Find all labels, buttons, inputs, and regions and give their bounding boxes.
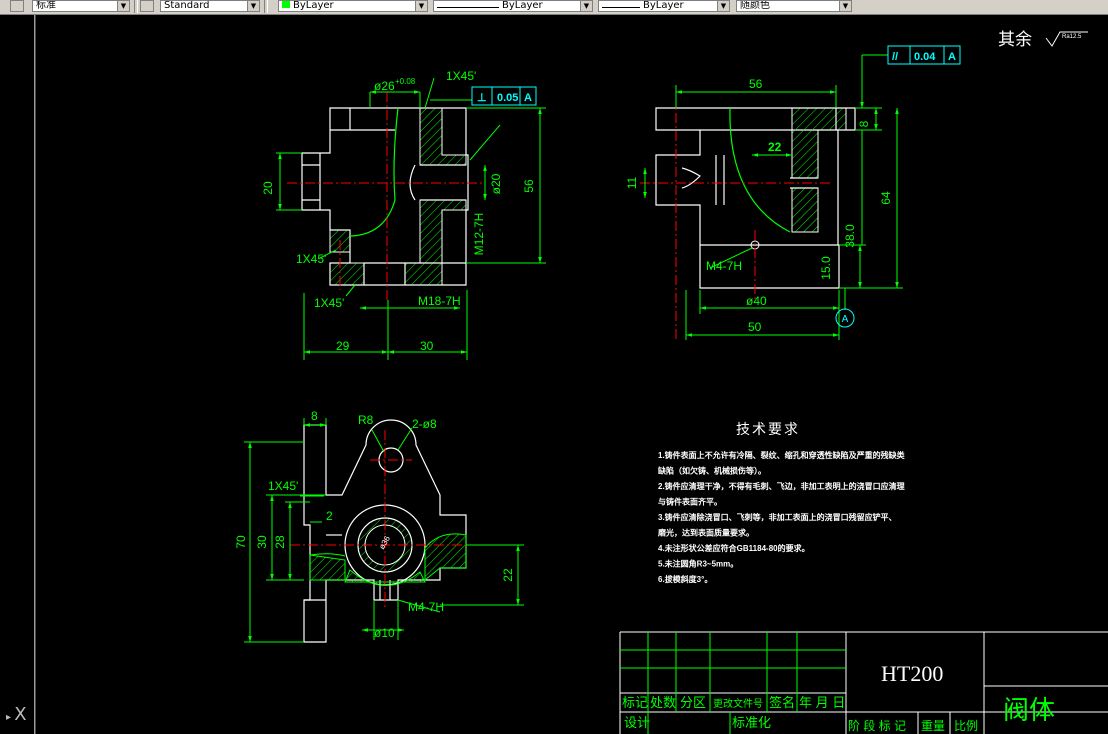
top-view: 8 R8 2-ø8 1X45' 70 30 28 2 ø36 22 M4-7H … [234,409,524,643]
top-d10: ø10 [374,626,395,640]
par-symbol: // [892,51,898,63]
stage-mark-label: 阶 段 标 记 [848,718,906,733]
tech-line: 缺陷（如欠铸、机械损伤等）。 [657,466,766,476]
title-row-label: 签名 [769,695,795,710]
material: HT200 [881,661,943,686]
top-h22: 22 [501,568,515,582]
side-view: 56 8 22 11 64 38.0 15.0 M4-7H ø40 50 A /… [625,45,961,340]
front-d26-tol: +0.08 [395,77,416,86]
side-h38: 38.0 [843,224,857,248]
tech-line: 2.铸件应清理干净，不得有毛刺、飞边，非加工表明上的浇冒口应清理 [658,481,905,491]
tech-line: 3.铸件应清除浇冒口、飞刺等，非加工表面上的浇冒口残留应铲平、 [658,512,897,522]
front-chamfer-top: 1X45' [446,69,476,83]
tech-line: 6.拔模斜度3°。 [658,574,712,584]
side-w50: 50 [748,320,762,334]
top-h30: 30 [255,535,269,549]
par-ref: A [948,51,956,63]
surface-value: Ra12.5 [1062,34,1082,40]
title-row-label: 处数 [650,695,676,710]
title-row-label: 年 月 日 [799,695,845,710]
title-row-label: 分区 [680,695,706,710]
side-h64: 64 [879,191,893,205]
surface-prefix: 其余 [998,30,1032,49]
side-d40: ø40 [746,294,767,308]
tech-line: 5.未注圆角R3~5mm。 [658,559,738,569]
side-d11: 11 [625,176,639,189]
design-label: 设计 [624,715,650,730]
side-m4: M4-7H [706,259,742,273]
perp-ref: A [524,92,532,104]
top-h28: 28 [273,535,287,549]
front-h20: 20 [261,181,275,195]
part-name: 阀体 [1003,695,1055,725]
perp-value: 0.05 [497,92,518,104]
perp-symbol: ⊥ [477,92,487,104]
ucs-icon: ▸ X [6,704,27,725]
front-m18: M18-7H [418,294,461,308]
front-chamfer-l1: 1X45' [296,252,326,266]
tech-line: 磨光，达到表面质量要求。 [657,528,754,538]
scale-label: 比例 [954,719,978,733]
tech-line: 与铸件表面齐平。 [658,497,722,507]
front-w29: 29 [336,339,350,353]
side-d22: 22 [768,140,782,154]
front-chamfer-l2: 1X45' [314,296,344,310]
front-d20: ø20 [489,173,503,194]
surface-finish-note: 其余 Ra12.5 [998,30,1088,49]
top-holes: 2-ø8 [412,417,437,431]
title-row-label: 标记 [622,695,648,710]
top-d2: 2 [326,509,333,523]
front-h56: 56 [522,179,536,193]
par-value: 0.04 [914,51,936,63]
side-h8: 8 [857,120,871,127]
front-view: ø26 +0.08 1X45' 20 ø20 56 M12-7H 1X45' 1… [261,69,546,360]
top-w8: 8 [311,409,318,423]
standardize-label: 标准化 [732,715,771,730]
title-row-label: 更改文件号 [713,697,763,710]
side-h15: 15.0 [819,256,833,280]
datum-label: A [842,314,849,325]
weight-label: 重量 [921,719,945,733]
top-r8: R8 [358,413,374,427]
tech-requirements: 技术要求 1.铸件表面上不允许有冷隔、裂纹、缩孔和穿透性缺陷及严重的残缺类缺陷（… [657,421,905,584]
drawing-canvas[interactable]: 其余 Ra12.5 ø26 +0.08 1X45' 20 ø20 56 M12-… [0,0,1108,734]
tech-line: 1.铸件表面上不允许有冷隔、裂纹、缩孔和穿透性缺陷及严重的残缺类 [658,450,905,460]
title-block-text: HT200 阀体 标记 处数 分区 更改文件号 签名年 月 日 设计 标准化 阶 段 标… [622,661,1055,733]
side-w56: 56 [749,77,763,91]
ucs-axis-label: X [14,704,27,725]
tech-line: 4.未注形状公差应符合GB1184-80的要求。 [658,543,810,553]
top-chamfer: 1X45' [268,479,298,493]
front-m12: M12-7H [472,213,486,256]
top-m4: M4-7H [408,600,444,614]
front-w30: 30 [420,339,434,353]
tech-title: 技术要求 [736,421,800,437]
top-h70: 70 [234,535,248,549]
front-d26: ø26 [374,79,395,93]
